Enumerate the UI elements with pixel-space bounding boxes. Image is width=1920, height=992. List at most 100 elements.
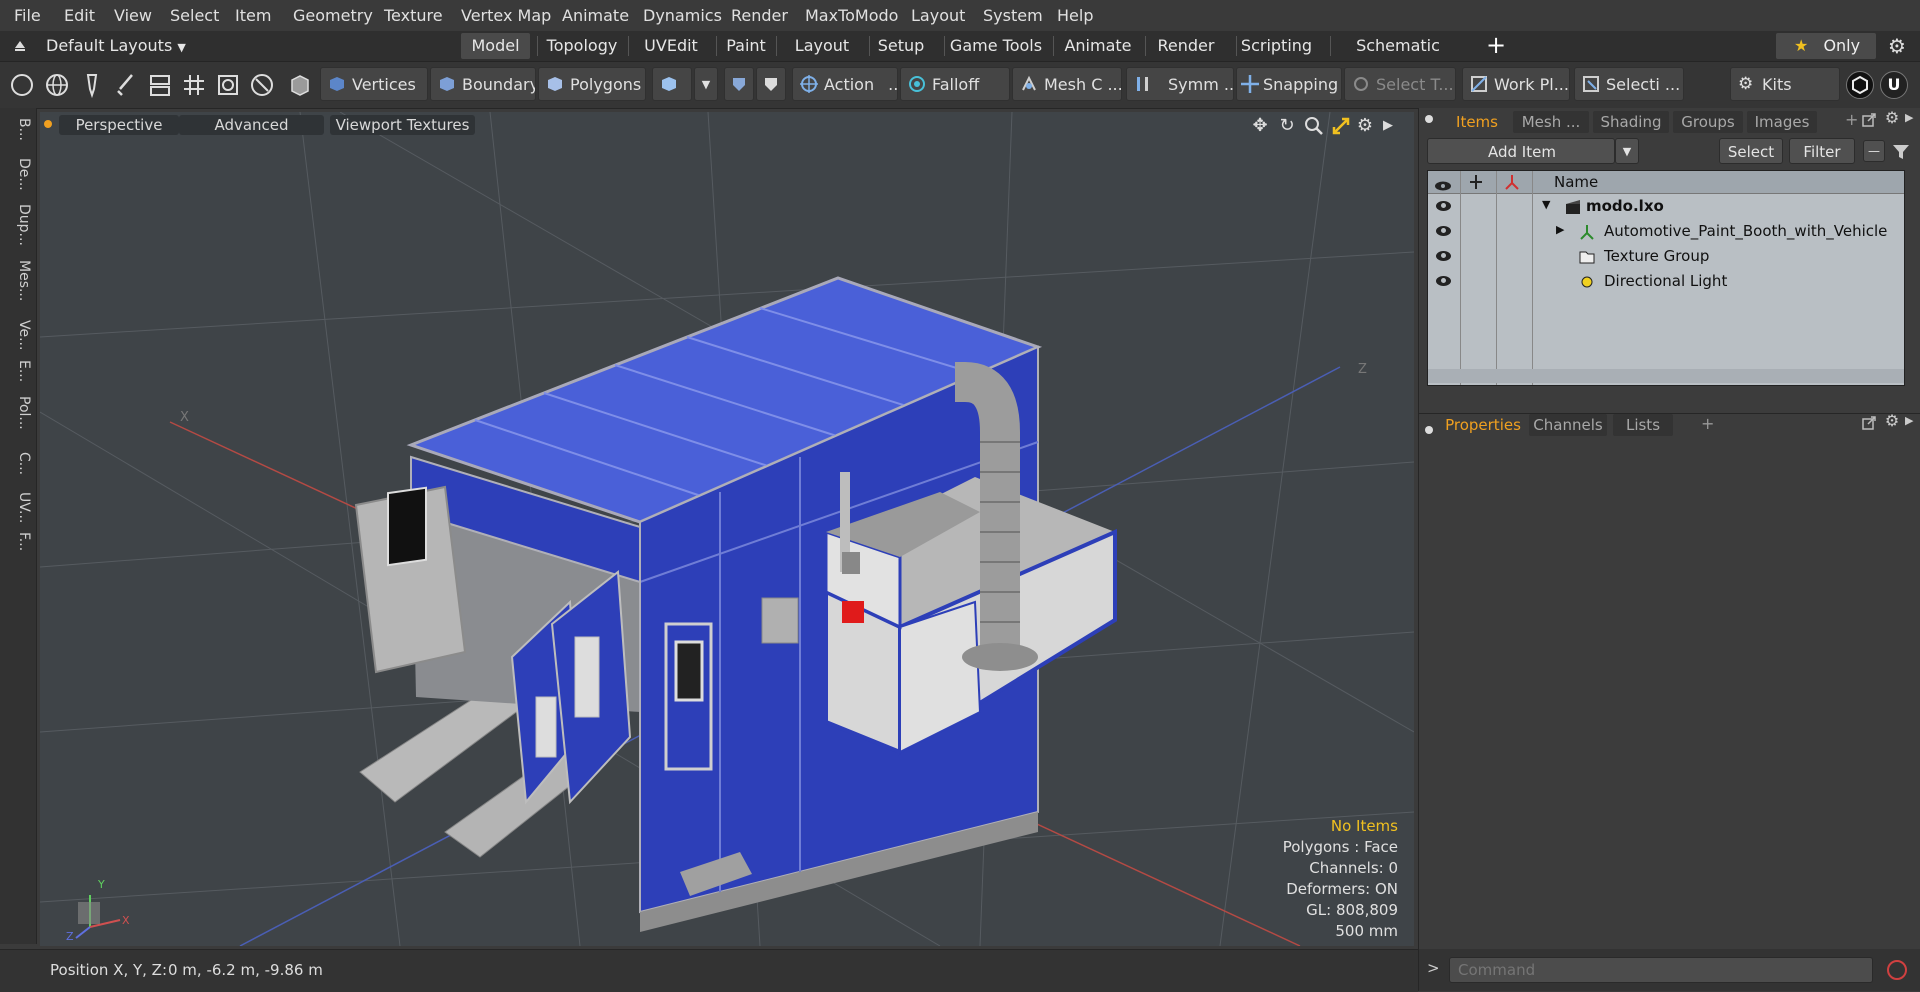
shield-alt-button[interactable] bbox=[756, 67, 786, 101]
menu-animate[interactable]: Animate bbox=[562, 6, 629, 25]
only-toggle[interactable]: ★ Only bbox=[1776, 33, 1876, 59]
panel-gear-icon[interactable]: ⚙ bbox=[1883, 412, 1901, 430]
record-icon[interactable] bbox=[1885, 958, 1909, 982]
filter-button[interactable]: Filter bbox=[1789, 138, 1855, 164]
menu-render[interactable]: Render bbox=[731, 6, 788, 25]
menu-select[interactable]: Select bbox=[170, 6, 219, 25]
tab-items[interactable]: Items bbox=[1445, 111, 1509, 133]
maximize-viewport-icon[interactable] bbox=[1331, 116, 1351, 136]
action-center-button[interactable]: Action ... bbox=[792, 67, 898, 101]
visibility-eye-icon[interactable] bbox=[1436, 226, 1451, 236]
expand-arrow-icon[interactable]: ▼ bbox=[1542, 198, 1550, 211]
left-tab-duplicate[interactable]: Dup... bbox=[4, 204, 32, 246]
left-tab-edge[interactable]: E... bbox=[4, 360, 32, 382]
add-tab-icon[interactable]: + bbox=[1701, 414, 1714, 433]
tab-channels[interactable]: Channels bbox=[1529, 414, 1607, 436]
menu-vertex-map[interactable]: Vertex Map bbox=[461, 6, 551, 25]
left-tab-uv[interactable]: UV... bbox=[4, 492, 32, 523]
unity-icon[interactable] bbox=[1846, 71, 1874, 99]
funnel-icon[interactable] bbox=[1891, 142, 1911, 162]
expand-arrow-icon[interactable]: ▶ bbox=[1556, 223, 1564, 236]
visibility-eye-icon[interactable] bbox=[1436, 276, 1451, 286]
left-tab-vertex[interactable]: Ve... bbox=[4, 320, 32, 350]
tab-groups[interactable]: Groups bbox=[1673, 111, 1743, 133]
tab-shading[interactable]: Shading bbox=[1593, 111, 1669, 133]
selection-mode-icon[interactable] bbox=[8, 71, 36, 99]
tab-game-tools[interactable]: Game Tools bbox=[948, 33, 1044, 59]
polygons-button[interactable]: Polygons bbox=[538, 67, 646, 101]
left-tab-basic[interactable]: B... bbox=[4, 118, 32, 141]
tab-schematic-fusion[interactable]: Schematic Fusion bbox=[1334, 33, 1462, 81]
pop-out-icon[interactable] bbox=[1861, 415, 1877, 431]
menu-edit[interactable]: Edit bbox=[64, 6, 95, 25]
zoom-icon[interactable] bbox=[1304, 116, 1324, 136]
menu-layout[interactable]: Layout bbox=[911, 6, 965, 25]
tab-images[interactable]: Images bbox=[1747, 111, 1817, 133]
menu-item[interactable]: Item bbox=[235, 6, 271, 25]
shading-advanced[interactable]: Advanced bbox=[179, 115, 324, 135]
layout-selector[interactable]: Default Layouts ▼ bbox=[46, 33, 186, 59]
pan-icon[interactable]: ✥ bbox=[1250, 116, 1270, 136]
orbit-icon[interactable]: ↻ bbox=[1277, 116, 1297, 136]
left-tab-polygon[interactable]: Pol... bbox=[4, 396, 32, 430]
tree-row-texture-group[interactable]: Texture Group bbox=[1428, 245, 1904, 270]
vertices-button[interactable]: Vertices bbox=[320, 67, 428, 101]
menu-texture[interactable]: Texture bbox=[384, 6, 443, 25]
pen-icon[interactable] bbox=[78, 71, 106, 99]
mesh-constraint-button[interactable]: Mesh C ... bbox=[1012, 67, 1122, 101]
tab-topology[interactable]: Topology bbox=[541, 33, 623, 59]
tab-model[interactable]: Model bbox=[461, 33, 530, 59]
properties-menu-dot[interactable] bbox=[1425, 426, 1433, 434]
tree-row-modo-lxo[interactable]: ▼ modo.lxo bbox=[1428, 195, 1904, 220]
locator-column-icon[interactable] bbox=[1504, 173, 1520, 191]
add-item-dropdown[interactable]: ▼ bbox=[1615, 138, 1639, 164]
command-input[interactable] bbox=[1449, 957, 1873, 983]
pop-out-icon[interactable] bbox=[1861, 112, 1877, 128]
mode-dropdown[interactable]: ▼ bbox=[694, 67, 718, 101]
gear-icon[interactable]: ⚙ bbox=[1886, 35, 1908, 57]
viewport-expand-arrow-icon[interactable]: ▶ bbox=[1380, 116, 1396, 136]
visibility-column-eye-icon[interactable] bbox=[1434, 177, 1452, 191]
left-tab-curve[interactable]: C... bbox=[4, 452, 32, 475]
selection-sets-button[interactable]: Selecti ... bbox=[1574, 67, 1684, 101]
tab-render[interactable]: Render bbox=[1149, 33, 1223, 59]
add-tab-icon[interactable]: + bbox=[1484, 32, 1508, 58]
tab-scripting[interactable]: Scripting bbox=[1240, 33, 1313, 59]
globe-icon[interactable] bbox=[43, 71, 71, 99]
tab-paint[interactable]: Paint bbox=[720, 33, 772, 59]
material-mode-button[interactable] bbox=[652, 67, 692, 101]
tree-row-directional-light[interactable]: Directional Light bbox=[1428, 270, 1904, 295]
menu-view[interactable]: View bbox=[114, 6, 152, 25]
kits-button[interactable]: ⚙ Kits bbox=[1730, 67, 1840, 101]
left-tab-fusion[interactable]: F... bbox=[4, 532, 32, 551]
3d-viewport[interactable]: Perspective Advanced Viewport Textures ✥… bbox=[40, 112, 1414, 946]
select-through-button[interactable]: Select T... bbox=[1344, 67, 1456, 101]
collapse-icon[interactable]: — bbox=[1863, 140, 1885, 162]
panel-arrow-icon[interactable]: ▶ bbox=[1905, 111, 1913, 124]
symmetry-button[interactable]: Symm ... bbox=[1126, 67, 1234, 101]
menu-system[interactable]: System bbox=[983, 6, 1043, 25]
tab-layout[interactable]: Layout bbox=[780, 33, 864, 59]
select-button[interactable]: Select bbox=[1719, 138, 1783, 164]
boundary-button[interactable]: Boundary bbox=[430, 67, 536, 101]
menu-dynamics[interactable]: Dynamics bbox=[643, 6, 722, 25]
add-item-button[interactable]: Add Item bbox=[1427, 138, 1615, 164]
visibility-eye-icon[interactable] bbox=[1436, 251, 1451, 261]
left-tab-mesh-edit[interactable]: Mes... bbox=[4, 260, 32, 301]
viewport-textures-toggle[interactable]: Viewport Textures bbox=[330, 115, 475, 135]
unreal-icon[interactable]: U bbox=[1880, 71, 1908, 99]
visibility-eye-icon[interactable] bbox=[1436, 201, 1451, 211]
tab-mesh[interactable]: Mesh ... bbox=[1513, 111, 1589, 133]
tab-lists[interactable]: Lists bbox=[1613, 414, 1673, 436]
rotate-icon[interactable] bbox=[248, 71, 276, 99]
panel-menu-dot[interactable] bbox=[1425, 115, 1433, 123]
element-icon[interactable] bbox=[214, 71, 242, 99]
name-column-header[interactable]: Name bbox=[1554, 173, 1598, 191]
item-list[interactable]: Name ▼ modo.lxo ▶ Automotive_Paint_Booth… bbox=[1427, 170, 1905, 386]
grid-icon[interactable] bbox=[180, 71, 208, 99]
tree-row-mesh[interactable]: ▶ Automotive_Paint_Booth_with_Vehicle bbox=[1428, 220, 1904, 245]
tab-animate[interactable]: Animate bbox=[1057, 33, 1139, 59]
panel-gear-icon[interactable]: ⚙ bbox=[1883, 109, 1901, 127]
item-mode-icon[interactable] bbox=[286, 71, 314, 99]
view-type-perspective[interactable]: Perspective bbox=[59, 115, 179, 135]
